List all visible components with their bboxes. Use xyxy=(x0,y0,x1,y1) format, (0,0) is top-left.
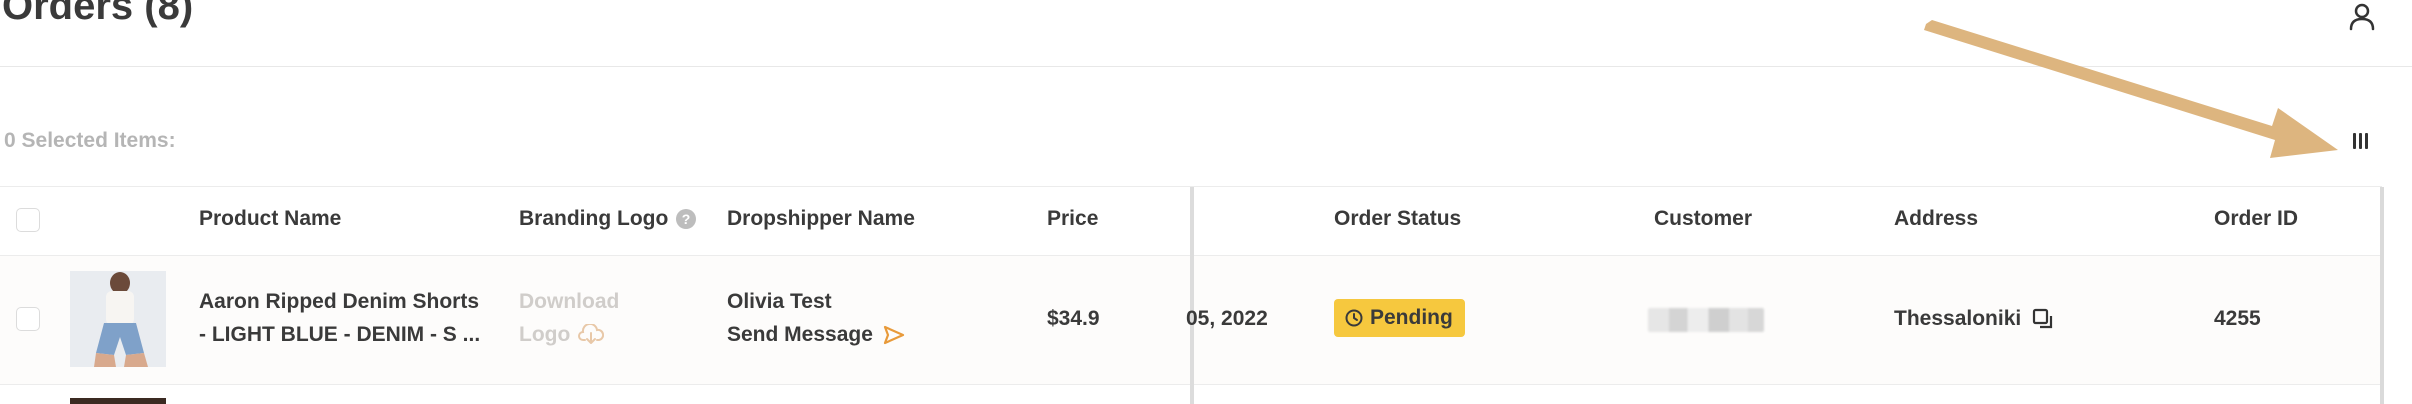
svg-text:?: ? xyxy=(682,211,691,227)
columns-icon-bar xyxy=(2365,133,2368,149)
send-icon xyxy=(883,325,905,345)
status-badge: Pending xyxy=(1334,299,1465,337)
cloud-download-icon xyxy=(578,324,605,344)
price-value: $34.9 xyxy=(1047,307,1100,330)
columns-icon-bar xyxy=(2359,133,2362,149)
status-label: Pending xyxy=(1370,306,1453,329)
download-logo-label: Logo xyxy=(519,323,571,346)
table-right-edge xyxy=(2380,187,2384,404)
clock-icon xyxy=(1345,309,1363,327)
row-checkbox[interactable] xyxy=(16,307,40,331)
columns-icon xyxy=(2353,133,2356,149)
column-header-order-status[interactable]: Order Status xyxy=(1334,207,1461,231)
column-header-product-name[interactable]: Product Name xyxy=(199,207,341,231)
column-header-branding-logo[interactable]: Branding Logo ? xyxy=(519,207,697,231)
product-thumbnail[interactable] xyxy=(70,271,166,367)
column-header-customer[interactable]: Customer xyxy=(1654,207,1752,231)
product-image xyxy=(70,271,166,367)
product-name-line1[interactable]: Aaron Ripped Denim Shorts xyxy=(199,290,479,314)
customer-name-redacted xyxy=(1648,308,1764,332)
column-header-address[interactable]: Address xyxy=(1894,207,1978,231)
product-name-line2[interactable]: - LIGHT BLUE - DENIM - S ... xyxy=(199,323,480,347)
select-all-checkbox[interactable] xyxy=(16,208,40,232)
download-logo-link[interactable]: Download xyxy=(519,290,619,314)
download-logo-link-line2[interactable]: Logo xyxy=(519,323,605,347)
dropshipper-name: Olivia Test xyxy=(727,290,832,313)
send-message-link[interactable]: Send Message xyxy=(727,323,905,347)
columns-toggle-button[interactable] xyxy=(2346,126,2376,156)
address-value: Thessaloniki xyxy=(1894,307,2022,330)
order-date-value: 05, 2022 xyxy=(1186,307,1268,330)
page-title: Orders (8) xyxy=(2,0,194,28)
column-header-dropshipper-name[interactable]: Dropshipper Name xyxy=(727,207,915,231)
column-header-price[interactable]: Price xyxy=(1047,207,1098,231)
column-header-branding-logo-label: Branding Logo xyxy=(519,207,669,230)
sticky-columns-divider xyxy=(1190,187,1194,404)
help-icon[interactable]: ? xyxy=(676,209,697,229)
column-header-order-id[interactable]: Order ID xyxy=(2214,207,2298,231)
order-id-value[interactable]: 4255 xyxy=(2214,307,2261,331)
next-row-thumbnail[interactable] xyxy=(70,398,166,404)
annotation-arrow xyxy=(1924,20,2338,158)
selected-items-label: 0 Selected Items: xyxy=(4,129,176,152)
send-message-label: Send Message xyxy=(727,323,873,346)
address-cell: Thessaloniki xyxy=(1894,307,2055,331)
copy-icon[interactable] xyxy=(2031,307,2055,331)
